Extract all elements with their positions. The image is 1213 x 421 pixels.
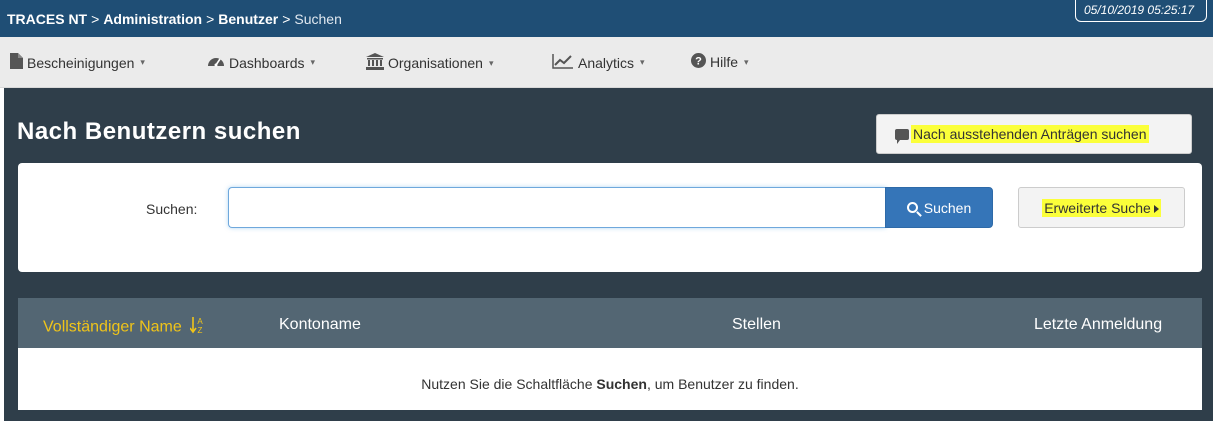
search-pending-requests-button[interactable]: Nach ausstehenden Anträgen suchen (876, 114, 1192, 154)
chevron-down-icon: ▾ (744, 56, 749, 67)
search-icon (906, 202, 918, 213)
table-body: Nutzen Sie die Schaltfläche Suchen, um B… (18, 348, 1202, 410)
empty-msg-after: , um Benutzer zu finden. (646, 376, 799, 392)
menu-label: Bescheinigungen (27, 54, 135, 71)
breadcrumb-separator: > (91, 11, 100, 27)
empty-state-message: Nutzen Sie die Schaltfläche Suchen, um B… (18, 376, 1202, 392)
breadcrumb-item-traces[interactable]: TRACES NT (7, 11, 87, 27)
page-title: Nach Benutzern suchen (17, 118, 301, 145)
chevron-down-icon: ▾ (140, 57, 145, 67)
svg-text:?: ? (695, 56, 702, 68)
pending-button-label: Nach ausstehenden Anträgen suchen (911, 125, 1149, 143)
svg-text:A: A (198, 317, 204, 326)
advanced-search-text: Erweiterte Suche (1044, 199, 1151, 216)
institution-icon (366, 53, 384, 73)
menu-label: Organisationen (388, 55, 483, 71)
column-header-positions[interactable]: Stellen (732, 316, 781, 334)
menu-item-organisationen[interactable]: Organisationen ▾ (366, 53, 493, 73)
search-button-label: Suchen (923, 199, 972, 216)
breadcrumb-item-benutzer[interactable]: Benutzer (218, 11, 278, 27)
column-header-account-name[interactable]: Kontoname (279, 316, 361, 334)
sort-alpha-asc-icon: AZ (189, 316, 204, 339)
column-header-last-login[interactable]: Letzte Anmeldung (1034, 316, 1162, 334)
question-circle-icon: ? (691, 53, 706, 71)
table-header: Vollständiger Name AZ Kontoname Stellen … (18, 298, 1202, 348)
comment-icon (895, 128, 909, 144)
chevron-down-icon: ▾ (310, 57, 316, 67)
session-timestamp: 05/10/2019 05:25:17 (1075, 0, 1207, 22)
column-label: Vollständiger Name (43, 318, 182, 336)
breadcrumb-item-administration[interactable]: Administration (103, 11, 202, 27)
main-menu: Bescheinigungen ▾ Dashboards ▾ Organisat… (0, 37, 1213, 88)
advanced-search-label: Erweiterte Suche (1042, 198, 1161, 217)
column-header-full-name[interactable]: Vollständiger Name AZ (43, 316, 204, 339)
search-input[interactable] (228, 187, 886, 228)
menu-item-hilfe[interactable]: ? Hilfe ▾ (691, 53, 749, 71)
line-chart-icon (552, 53, 574, 72)
breadcrumb-item-suchen: Suchen (294, 11, 342, 27)
main-content: Nach Benutzern suchen Nach ausstehenden … (4, 88, 1213, 421)
chevron-down-icon: ▾ (488, 57, 494, 68)
menu-label: Hilfe (710, 54, 739, 70)
menu-item-analytics[interactable]: Analytics ▾ (552, 53, 645, 72)
breadcrumb: TRACES NT > Administration > Benutzer > Suchen (7, 11, 342, 27)
search-label: Suchen: (146, 201, 198, 217)
menu-label: Dashboards (229, 54, 305, 71)
search-panel: Suchen: Suchen Erweiterte Suche (18, 163, 1202, 272)
top-bar: TRACES NT > Administration > Benutzer > Suchen… (0, 0, 1213, 37)
empty-msg-before: Nutzen Sie die Schaltfläche (421, 376, 597, 392)
menu-label: Analytics (578, 54, 635, 71)
breadcrumb-separator: > (206, 11, 215, 27)
advanced-search-button[interactable]: Erweiterte Suche (1018, 187, 1185, 228)
caret-right-icon (1153, 204, 1159, 213)
svg-text:Z: Z (198, 326, 203, 334)
menu-item-dashboards[interactable]: Dashboards ▾ (207, 53, 315, 72)
breadcrumb-separator: > (282, 11, 291, 27)
menu-item-bescheinigungen[interactable]: Bescheinigungen ▾ (10, 53, 145, 72)
file-icon (10, 53, 23, 72)
empty-msg-strong: Suchen (596, 376, 647, 392)
search-button[interactable]: Suchen (885, 187, 993, 228)
dashboard-icon (207, 53, 225, 72)
chevron-down-icon: ▾ (640, 57, 645, 67)
